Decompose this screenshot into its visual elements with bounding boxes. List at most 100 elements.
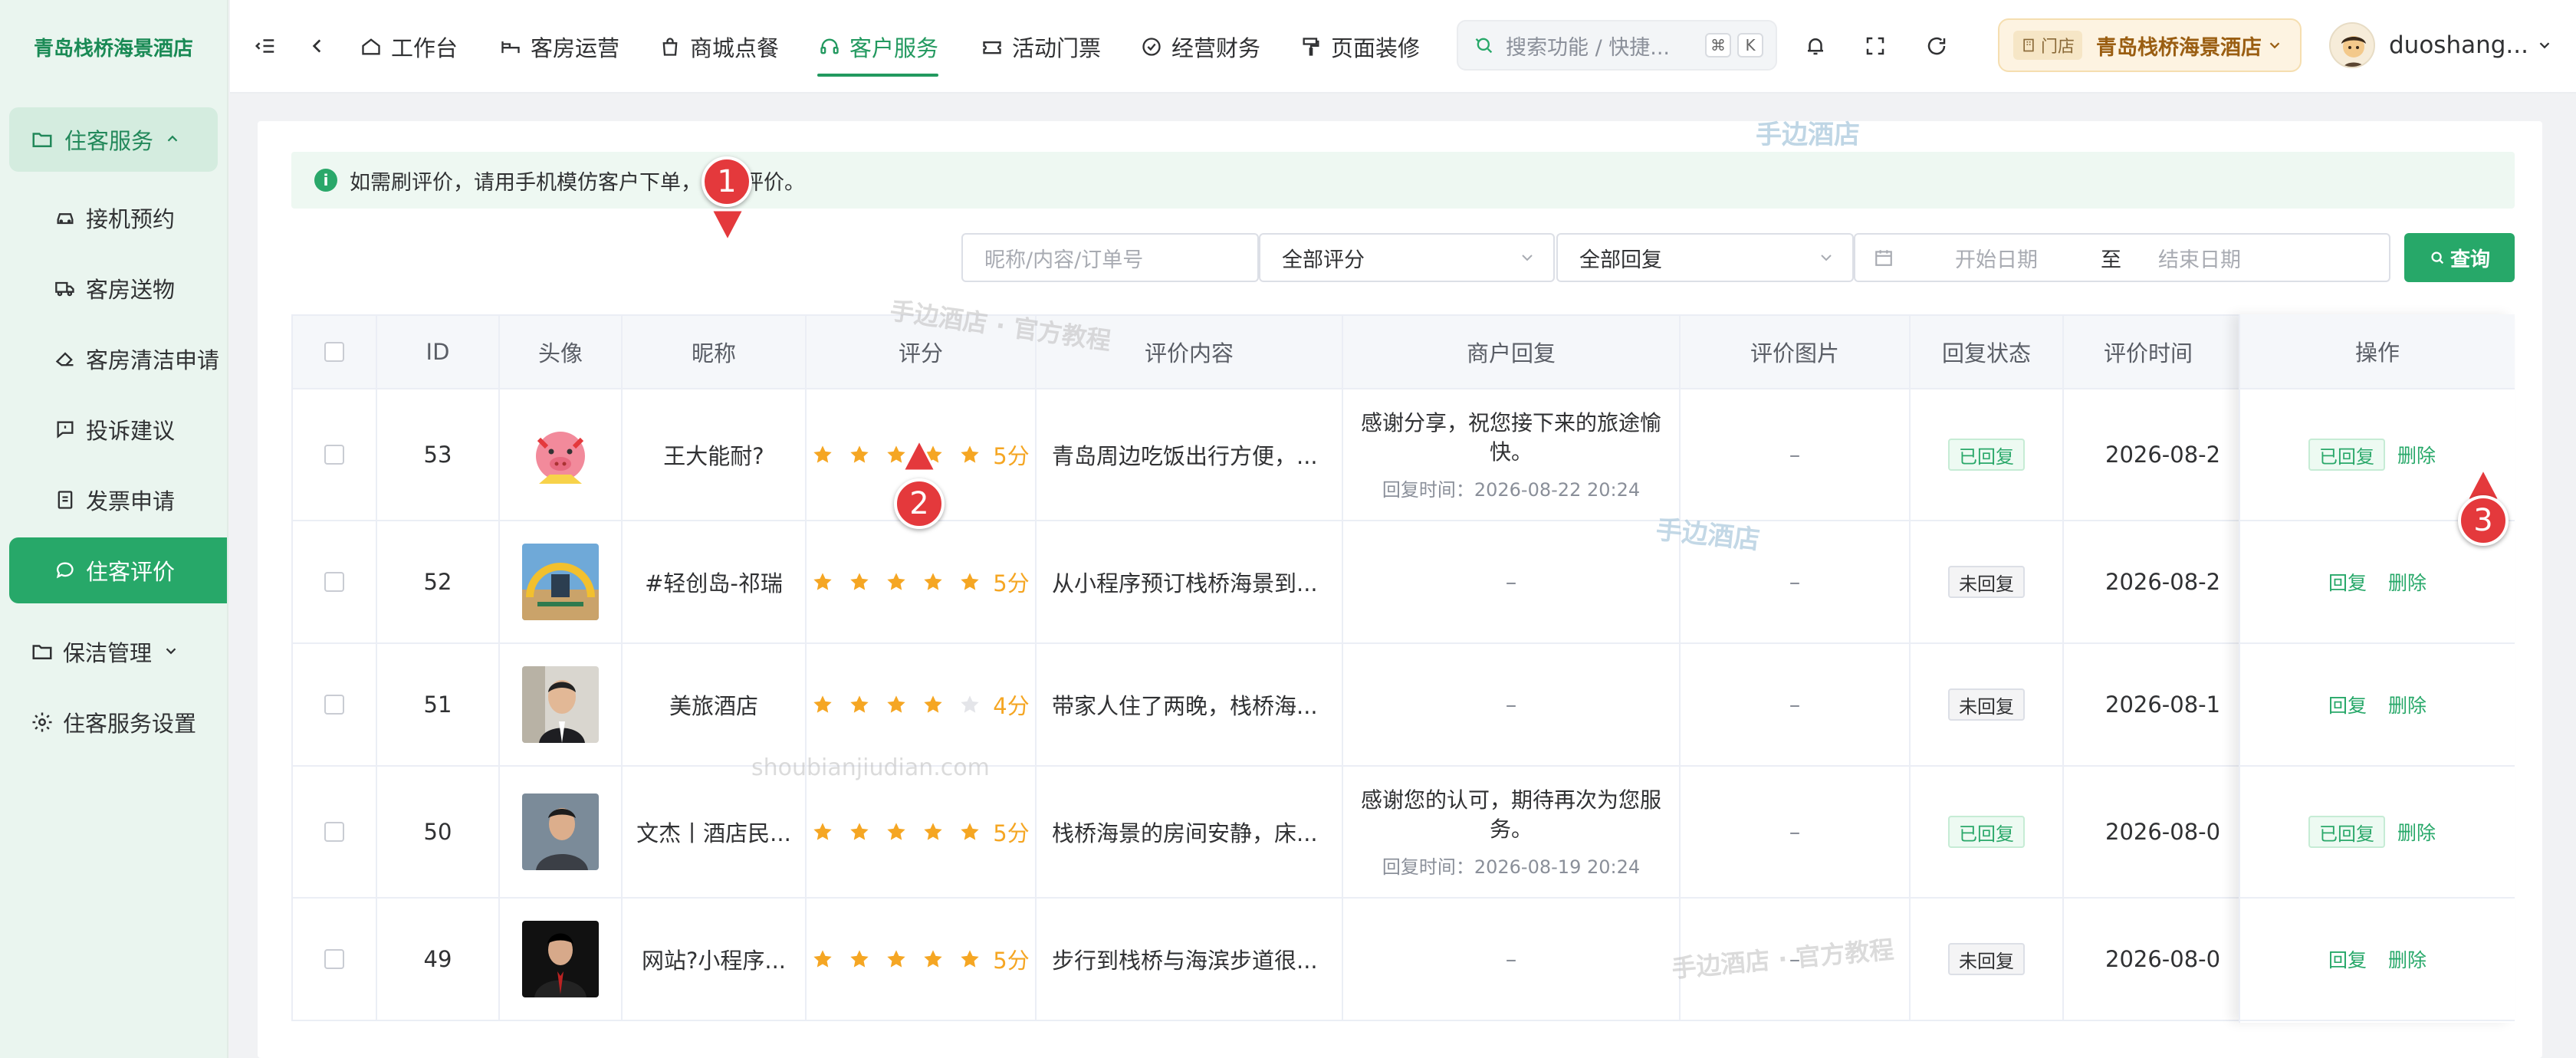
tutorial-marker-3: 3	[2458, 495, 2509, 546]
store-selector[interactable]: 门店 青岛栈桥海景酒店	[1998, 18, 2302, 72]
user-menu[interactable]: duoshang...	[2329, 18, 2553, 72]
cell-avatar	[500, 767, 623, 897]
nav-rooms[interactable]: 客房运营	[498, 0, 619, 94]
select-all-checkbox[interactable]	[324, 342, 344, 362]
cell-content: 步行到栈桥与海滨步道很...	[1037, 899, 1343, 1020]
query-button[interactable]: 查询	[2404, 233, 2515, 282]
chevron-up-icon	[164, 127, 181, 153]
delete-button[interactable]: 删除	[2397, 818, 2436, 846]
back-icon[interactable]	[302, 31, 333, 61]
bell-icon[interactable]	[1800, 31, 1831, 61]
cell-images: –	[1681, 521, 1911, 642]
cell-nickname: 美旅酒店	[623, 644, 807, 765]
end-date-placeholder[interactable]: 结束日期	[2158, 243, 2241, 273]
table-row: 49 网站?小程序... 5分 步行到栈桥与海滨步道很... – – 未回复 2026-08-…	[291, 899, 2515, 1021]
cell-status: 已回复	[1911, 767, 2064, 897]
sidebar-item-invoice[interactable]: 发票申请	[0, 465, 227, 535]
avatar	[522, 921, 599, 997]
cell-content: 从小程序预订栈桥海景到...	[1037, 521, 1343, 642]
delete-button[interactable]: 删除	[2397, 441, 2436, 468]
paint-roller-icon	[1299, 34, 1323, 59]
status-badge: 已回复	[1948, 816, 2025, 848]
reply-button[interactable]: 回复	[2328, 568, 2367, 596]
kbd-k: K	[1737, 33, 1763, 58]
cell-rating: 5分	[807, 899, 1037, 1020]
avatar	[522, 666, 599, 743]
th-content: 评价内容	[1037, 316, 1343, 388]
store-tag: 门店	[2013, 31, 2083, 60]
chevron-down-icon	[1518, 248, 1536, 272]
cell-id: 52	[377, 521, 500, 642]
cell-time: 2026-08-0	[2105, 946, 2221, 972]
select-all-cell	[293, 316, 377, 388]
row-checkbox[interactable]	[324, 949, 344, 969]
sidebar-item-delivery[interactable]: 客房送物	[0, 253, 227, 324]
username: duoshang...	[2389, 31, 2528, 59]
chevron-down-icon	[1817, 248, 1835, 272]
top-header: 工作台 客房运营 商城点餐 客户服务 活动门票 经营财务 页面装修 搜索功能 /…	[230, 0, 2576, 94]
delete-button[interactable]: 删除	[2388, 945, 2426, 973]
nav-customer-service[interactable]: 客户服务	[817, 0, 939, 94]
sidebar-item-cleaning[interactable]: 客房清洁申请	[0, 324, 227, 394]
cell-reply: –	[1343, 644, 1681, 765]
cell-id: 53	[377, 389, 500, 520]
nav-workbench[interactable]: 工作台	[359, 0, 458, 94]
reviews-table: ID 头像 昵称 评分 评价内容 商户回复 评价图片 回复状态 评价时间 53 王…	[291, 314, 2515, 1021]
row-checkbox[interactable]	[324, 445, 344, 465]
search-icon	[1474, 34, 1495, 56]
sidebar-item-guest-settings[interactable]: 住客服务设置	[0, 687, 227, 757]
eraser-icon	[52, 346, 78, 372]
search-box[interactable]: 搜索功能 / 快捷... ⌘ K	[1457, 20, 1777, 71]
cell-reply: 感谢您的认可，期待再次为您服务。 回复时间：2026-08-19 20:24	[1343, 767, 1681, 897]
delete-button[interactable]: 删除	[2388, 568, 2426, 596]
nav-finance[interactable]: 经营财务	[1139, 0, 1260, 94]
delete-button[interactable]: 删除	[2388, 691, 2426, 718]
marker-label: 1	[717, 164, 737, 199]
reply-button[interactable]: 回复	[2328, 945, 2367, 973]
nav-page-decor[interactable]: 页面装修	[1299, 0, 1420, 94]
reply-empty: –	[1505, 946, 1517, 972]
refresh-icon[interactable]	[1921, 31, 1952, 61]
status-badge: 未回复	[1948, 688, 2025, 721]
cell-rating: 4分	[807, 644, 1037, 765]
reply-button[interactable]: 回复	[2328, 691, 2367, 718]
row-select-cell	[293, 389, 377, 520]
nav-mall[interactable]: 商城点餐	[658, 0, 779, 94]
replied-tag: 已回复	[2308, 439, 2385, 471]
message-icon	[52, 416, 78, 442]
nav-label: 页面装修	[1331, 35, 1421, 61]
score-text: 5分	[993, 948, 1030, 974]
th-images: 评价图片	[1681, 316, 1911, 388]
sidebar-item-reviews[interactable]: 住客评价	[9, 537, 227, 603]
star-rating: 5分	[812, 816, 1030, 848]
avatar	[2329, 22, 2375, 68]
sidebar: 青岛栈桥海景酒店 住客服务 接机预约 客房送物 客房清洁申请 投诉建议 发票申请…	[0, 0, 228, 1058]
row-checkbox[interactable]	[324, 695, 344, 715]
reply-select[interactable]: 全部回复	[1556, 233, 1854, 282]
collapse-menu-icon[interactable]	[250, 31, 281, 61]
sidebar-item-label: 客房送物	[86, 277, 176, 303]
tutorial-marker-2: 2	[894, 478, 945, 529]
operation-cell: 已回复 删除	[2240, 767, 2515, 899]
date-range-picker[interactable]: 开始日期 至 结束日期	[1854, 233, 2390, 282]
keyword-input[interactable]: 昵称/内容/订单号	[961, 233, 1259, 282]
nav-tickets[interactable]: 活动门票	[980, 0, 1101, 94]
sidebar-item-label: 住客评价	[86, 559, 176, 585]
fullscreen-icon[interactable]	[1860, 31, 1891, 61]
sidebar-group-guest-service[interactable]: 住客服务	[9, 107, 218, 172]
start-date-placeholder[interactable]: 开始日期	[1955, 243, 2078, 273]
sidebar-item-complaint[interactable]: 投诉建议	[0, 394, 227, 465]
cell-time: 2026-08-0	[2105, 819, 2221, 845]
row-checkbox[interactable]	[324, 822, 344, 842]
sidebar-item-pickup[interactable]: 接机预约	[0, 182, 227, 253]
th-id: ID	[377, 316, 500, 388]
row-checkbox[interactable]	[324, 572, 344, 592]
rating-select[interactable]: 全部评分	[1259, 233, 1555, 282]
search-icon	[2429, 249, 2446, 266]
bed-icon	[498, 34, 523, 59]
star-rating: 5分	[812, 943, 1030, 975]
table-body: 53 王大能耐? 5分 青岛周边吃饭出行方便，... 感谢分享，祝您接下来的旅途愉快。回…	[291, 389, 2515, 1021]
cell-reply: –	[1343, 899, 1681, 1020]
nav-label: 工作台	[391, 35, 458, 61]
sidebar-group-cleaning-mgmt[interactable]: 保洁管理	[0, 616, 227, 687]
